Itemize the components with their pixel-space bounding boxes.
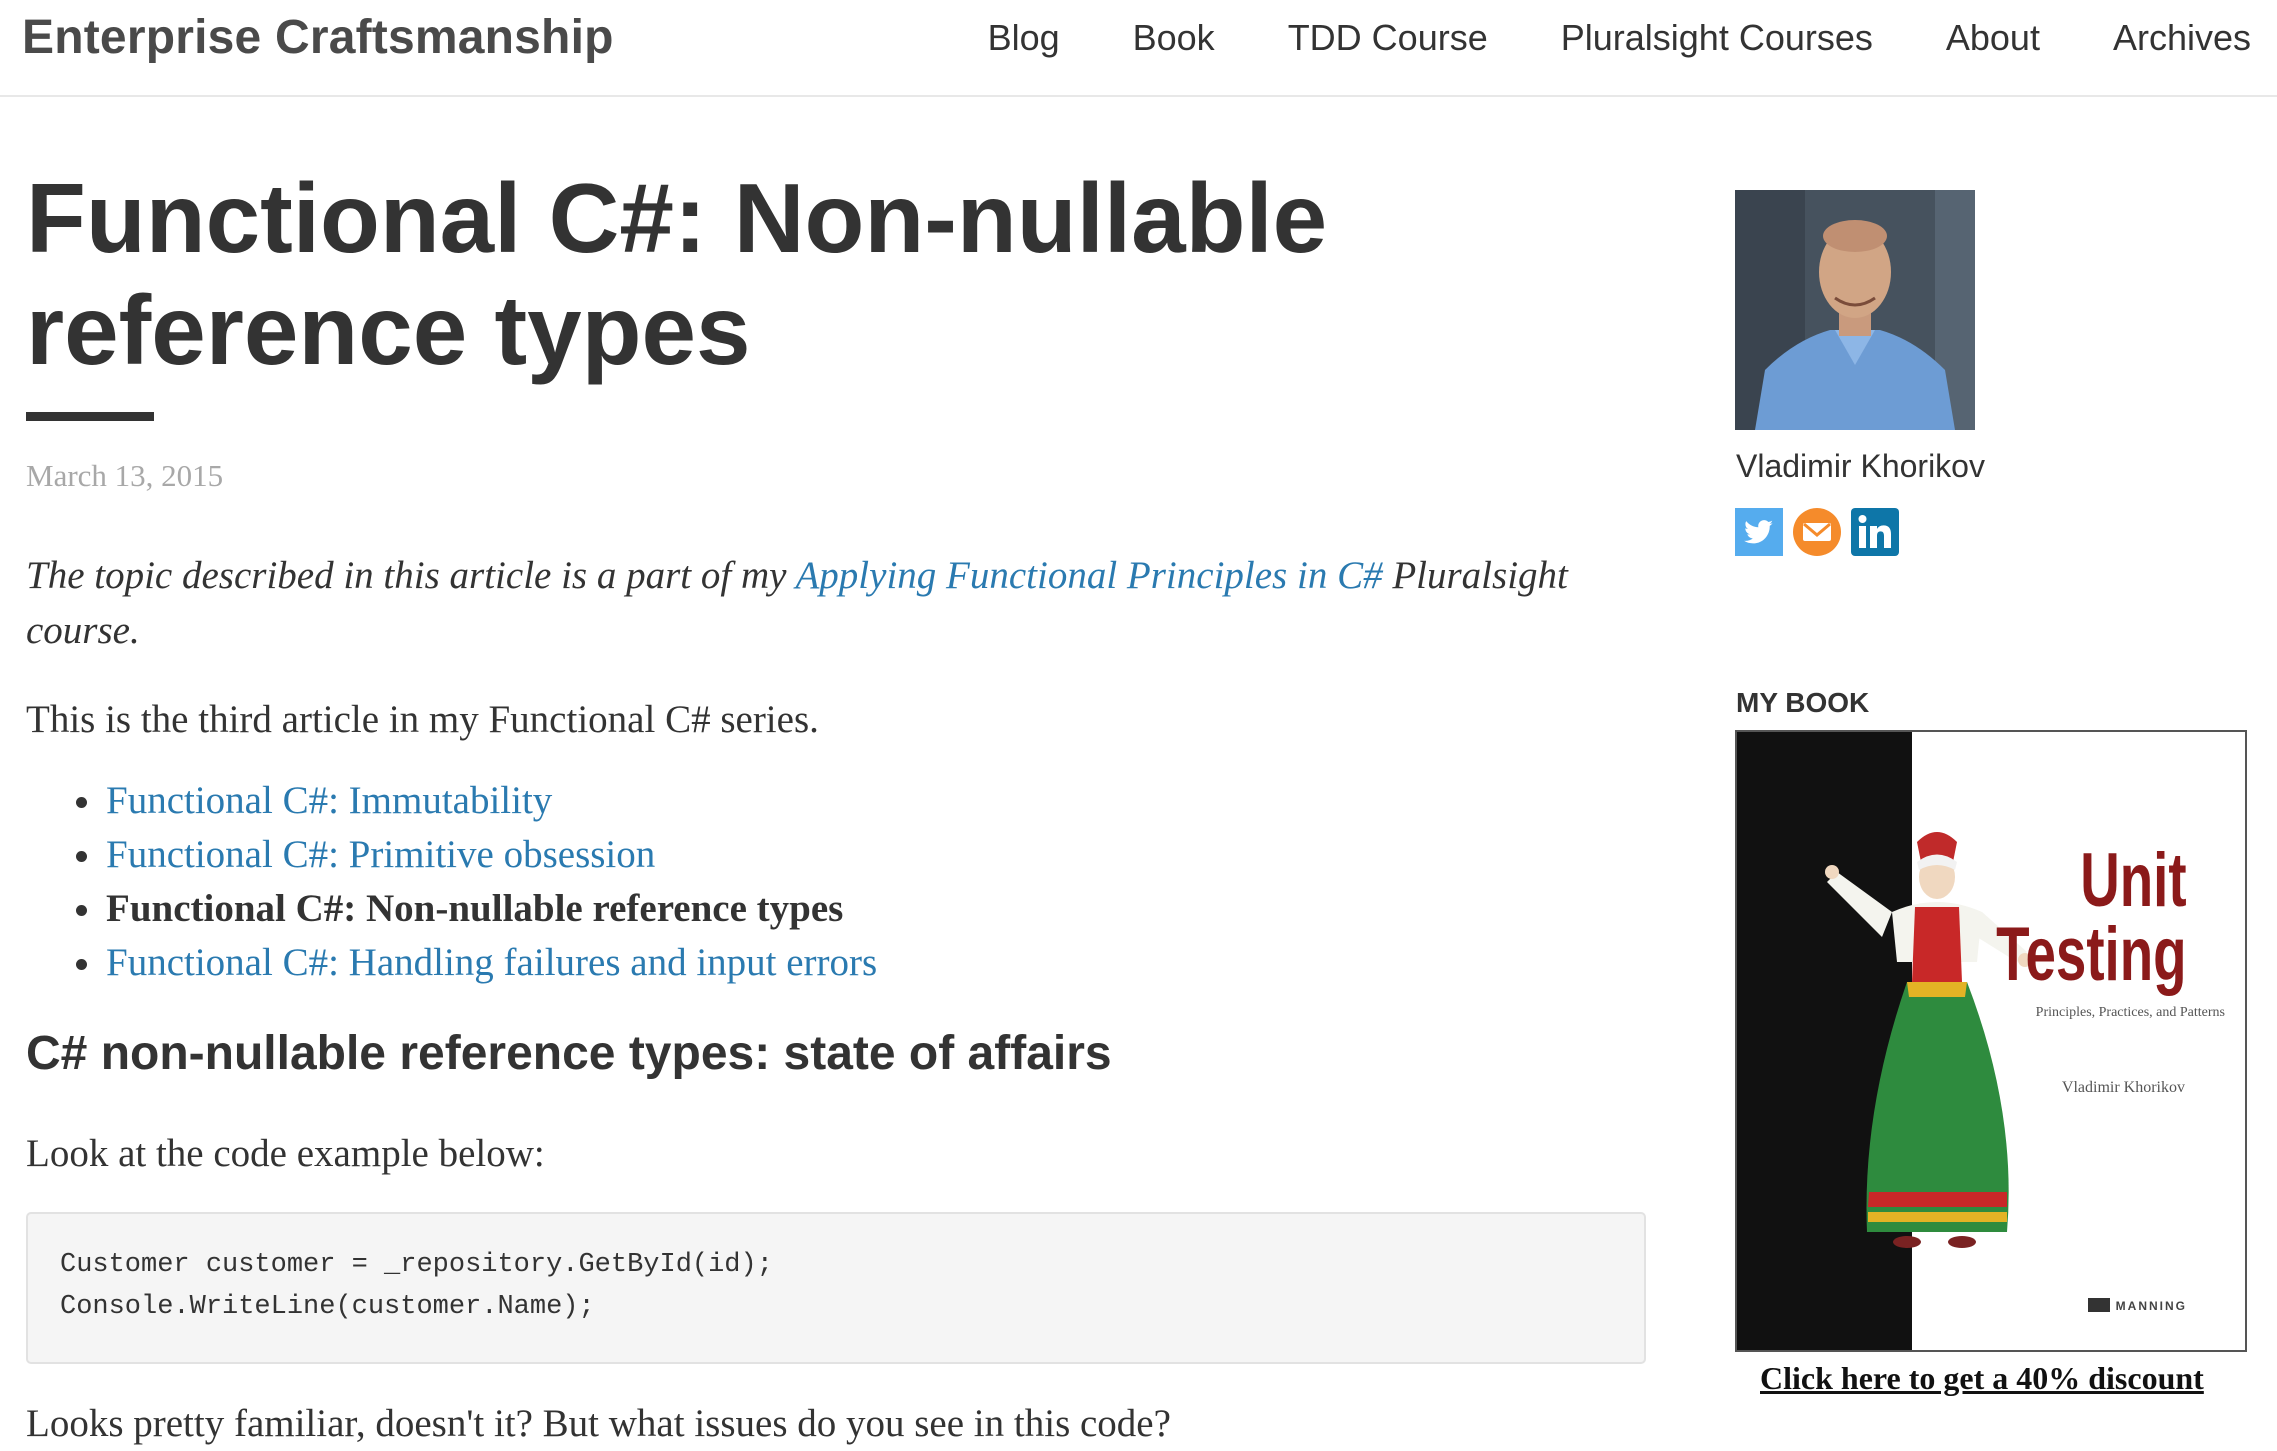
course-link[interactable]: Applying Functional Principles in C# bbox=[795, 554, 1382, 597]
nav-book[interactable]: Book bbox=[1133, 17, 1215, 59]
email-link[interactable] bbox=[1793, 508, 1851, 556]
author-photo-icon bbox=[1735, 190, 1975, 430]
main-nav: Blog Book TDD Course Pluralsight Courses… bbox=[915, 0, 2251, 76]
social-links bbox=[1735, 508, 1909, 556]
intro-text-before: The topic described in this article is a… bbox=[26, 554, 796, 597]
series-link-handling-failures[interactable]: Functional C#: Handling failures and inp… bbox=[106, 941, 877, 984]
nav-archives[interactable]: Archives bbox=[2113, 17, 2251, 59]
title-divider bbox=[26, 412, 154, 421]
book-publisher-name: MANNING bbox=[2115, 1299, 2187, 1313]
book-title: Unit Testing bbox=[1996, 838, 2187, 997]
code-block: Customer customer = _repository.GetById(… bbox=[26, 1212, 1646, 1364]
discount-link[interactable]: Click here to get a 40% discount bbox=[1760, 1360, 2204, 1397]
section-heading: C# non-nullable reference types: state o… bbox=[26, 1027, 1112, 1080]
nav-blog[interactable]: Blog bbox=[988, 17, 1060, 59]
series-current-article: Functional C#: Non-nullable reference ty… bbox=[106, 887, 844, 930]
series-intro: This is the third article in my Function… bbox=[26, 698, 819, 741]
linkedin-icon bbox=[1851, 508, 1899, 556]
book-cover-link[interactable]: Unit Testing Principles, Practices, and … bbox=[1735, 730, 2247, 1352]
nav-pluralsight-courses[interactable]: Pluralsight Courses bbox=[1561, 17, 1873, 59]
author-avatar bbox=[1735, 190, 1975, 430]
list-item: Functional C#: Primitive obsession bbox=[26, 828, 877, 882]
book-publisher: MANNING bbox=[2087, 1298, 2187, 1313]
twitter-link[interactable] bbox=[1735, 508, 1793, 556]
post-date: March 13, 2015 bbox=[26, 458, 224, 493]
nav-tdd-course[interactable]: TDD Course bbox=[1288, 17, 1488, 59]
my-book-heading: MY BOOK bbox=[1736, 687, 1870, 718]
site-title-link[interactable]: Enterprise Craftsmanship bbox=[22, 10, 614, 65]
series-link-immutability[interactable]: Functional C#: Immutability bbox=[106, 779, 552, 822]
nav-about[interactable]: About bbox=[1946, 17, 2040, 59]
book-subtitle: Principles, Practices, and Patterns bbox=[2035, 1005, 2225, 1020]
list-item: Functional C#: Handling failures and inp… bbox=[26, 936, 877, 990]
bullet-icon bbox=[76, 797, 87, 808]
code-line: Customer customer = _repository.GetById(… bbox=[60, 1250, 773, 1280]
linkedin-link[interactable] bbox=[1851, 508, 1909, 556]
twitter-icon bbox=[1735, 508, 1783, 556]
book-title-line: Unit bbox=[2080, 838, 2187, 923]
series-link-primitive-obsession[interactable]: Functional C#: Primitive obsession bbox=[106, 833, 655, 876]
code-line: Console.WriteLine(customer.Name); bbox=[60, 1292, 595, 1322]
paragraph-cut-off: Looks pretty familiar, doesn't it? But w… bbox=[26, 1402, 1171, 1445]
book-title-line: Testing bbox=[1996, 912, 2187, 997]
publisher-logo-icon bbox=[2087, 1298, 2110, 1312]
course-intro: The topic described in this article is a… bbox=[26, 548, 1666, 658]
book-author: Vladimir Khorikov bbox=[2061, 1079, 2185, 1096]
bullet-icon bbox=[76, 959, 87, 970]
post-title: Functional C#: Non-nullable reference ty… bbox=[26, 163, 1328, 385]
list-item: Functional C#: Immutability bbox=[26, 774, 877, 828]
series-list: Functional C#: Immutability Functional C… bbox=[26, 774, 877, 990]
code-intro: Look at the code example below: bbox=[26, 1132, 545, 1175]
list-item: Functional C#: Non-nullable reference ty… bbox=[26, 882, 877, 936]
bullet-icon bbox=[76, 851, 87, 862]
site-header: Enterprise Craftsmanship Blog Book TDD C… bbox=[0, 0, 2277, 97]
email-icon bbox=[1793, 508, 1841, 556]
bullet-icon bbox=[76, 905, 87, 916]
author-name: Vladimir Khorikov bbox=[1736, 448, 1985, 484]
